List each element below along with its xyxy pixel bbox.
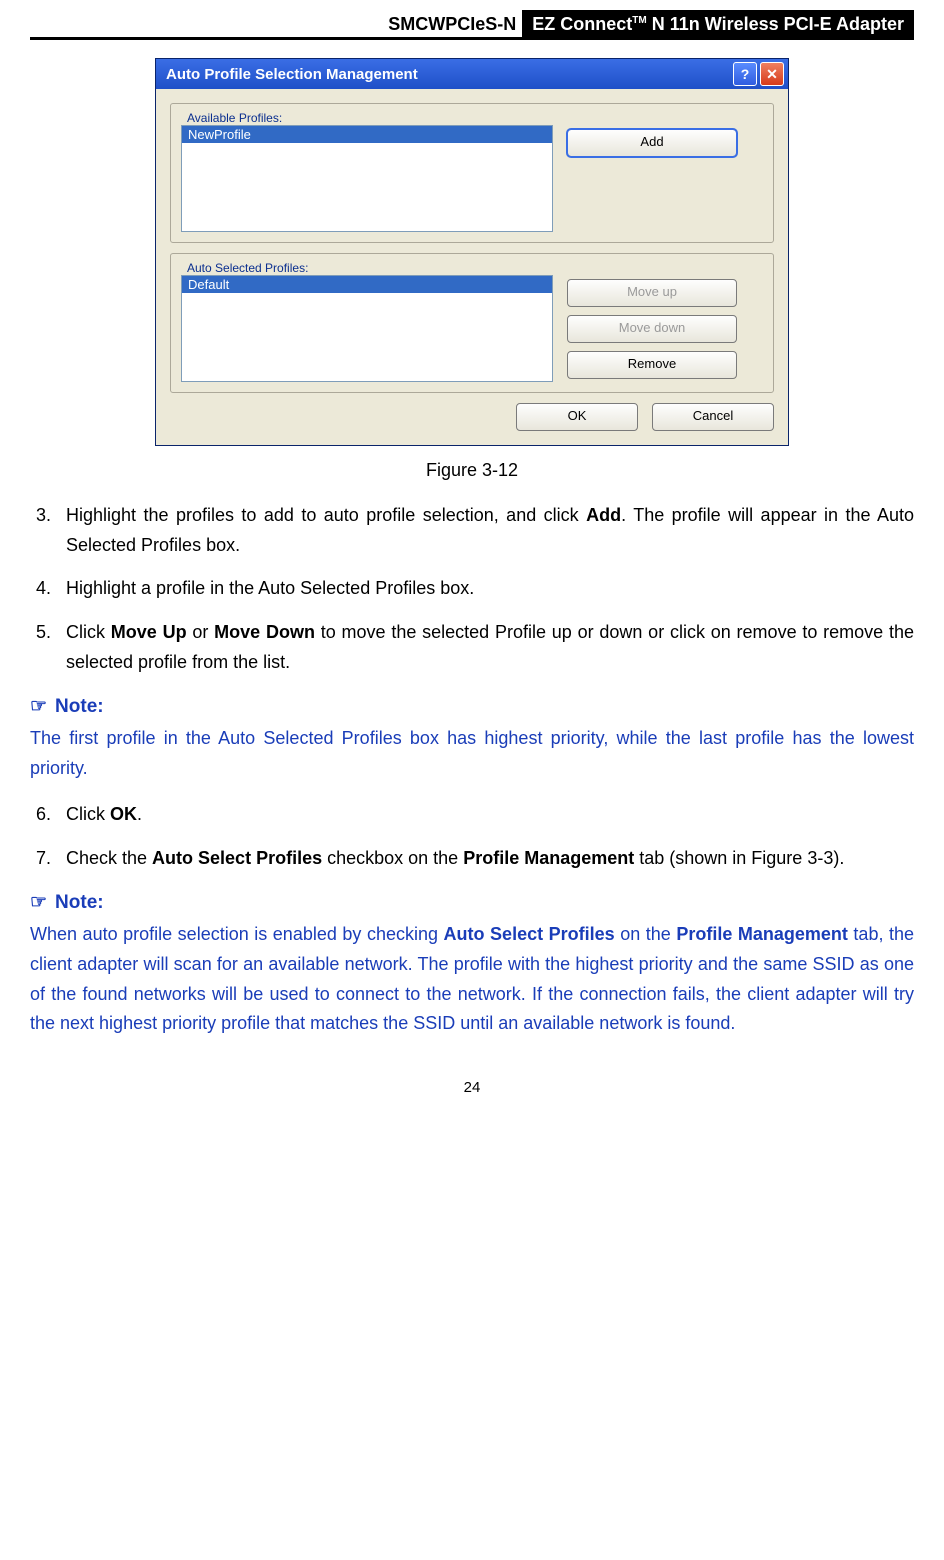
step-text: Click	[66, 622, 111, 642]
note-text: When auto profile selection is enabled b…	[30, 924, 444, 944]
available-profiles-list[interactable]: NewProfile	[181, 125, 553, 232]
step-5: Click Move Up or Move Down to move the s…	[56, 618, 914, 677]
step-6: Click OK.	[56, 800, 914, 830]
note-heading: Note:	[30, 695, 914, 718]
cancel-button[interactable]: Cancel	[652, 403, 774, 431]
step-bold: Profile Management	[463, 848, 634, 868]
step-bold: Move Down	[214, 622, 315, 642]
step-bold: Add	[586, 505, 621, 525]
list-item[interactable]: Default	[182, 276, 552, 293]
help-icon[interactable]: ?	[733, 62, 757, 86]
dialog-title: Auto Profile Selection Management	[166, 66, 730, 83]
remove-button[interactable]: Remove	[567, 351, 737, 379]
instruction-list-b: Click OK. Check the Auto Select Profiles…	[30, 800, 914, 873]
page-header: SMCWPCIeS-N EZ ConnectTM N 11n Wireless …	[30, 10, 914, 40]
step-text: or	[187, 622, 215, 642]
note-bold: Auto Select Profiles	[444, 924, 615, 944]
ok-button[interactable]: OK	[516, 403, 638, 431]
step-bold: Move Up	[111, 622, 187, 642]
step-text: .	[137, 804, 142, 824]
close-icon[interactable]: ✕	[760, 62, 784, 86]
step-text: Click	[66, 804, 110, 824]
step-text: Check the	[66, 848, 152, 868]
list-item[interactable]: NewProfile	[182, 126, 552, 143]
titlebar: Auto Profile Selection Management ? ✕	[156, 59, 788, 89]
tm-superscript: TM	[632, 15, 646, 26]
step-7: Check the Auto Select Profiles checkbox …	[56, 844, 914, 874]
step-text: Highlight a profile in the Auto Selected…	[66, 578, 474, 598]
note-bold: Profile Management	[676, 924, 848, 944]
step-text: checkbox on the	[322, 848, 463, 868]
add-button[interactable]: Add	[567, 129, 737, 157]
page-number: 24	[30, 1079, 914, 1096]
available-profiles-label: Available Profiles:	[183, 111, 286, 125]
header-product-prefix: EZ Connect	[532, 14, 632, 34]
available-profiles-group: Available Profiles: NewProfile Add	[170, 103, 774, 243]
header-model: SMCWPCIeS-N	[382, 10, 522, 37]
move-down-button[interactable]: Move down	[567, 315, 737, 343]
step-text: tab (shown in Figure 3-3).	[634, 848, 844, 868]
auto-selected-profiles-label: Auto Selected Profiles:	[183, 261, 312, 275]
instruction-list-a: Highlight the profiles to add to auto pr…	[30, 501, 914, 677]
auto-profile-dialog: Auto Profile Selection Management ? ✕ Av…	[155, 58, 789, 446]
move-up-button[interactable]: Move up	[567, 279, 737, 307]
step-4: Highlight a profile in the Auto Selected…	[56, 574, 914, 604]
note-heading: Note:	[30, 891, 914, 914]
header-product: EZ ConnectTM N 11n Wireless PCI-E Adapte…	[522, 10, 914, 37]
auto-selected-profiles-list[interactable]: Default	[181, 275, 553, 382]
auto-selected-profiles-group: Auto Selected Profiles: Default Move up …	[170, 253, 774, 393]
step-text: Highlight the profiles to add to auto pr…	[66, 505, 586, 525]
note-body: When auto profile selection is enabled b…	[30, 920, 914, 1039]
step-bold: Auto Select Profiles	[152, 848, 322, 868]
step-bold: OK	[110, 804, 137, 824]
figure-caption: Figure 3-12	[30, 460, 914, 481]
step-3: Highlight the profiles to add to auto pr…	[56, 501, 914, 560]
header-product-suffix: N 11n Wireless PCI-E Adapter	[647, 14, 904, 34]
note-text: on the	[615, 924, 677, 944]
note-body: The first profile in the Auto Selected P…	[30, 724, 914, 783]
